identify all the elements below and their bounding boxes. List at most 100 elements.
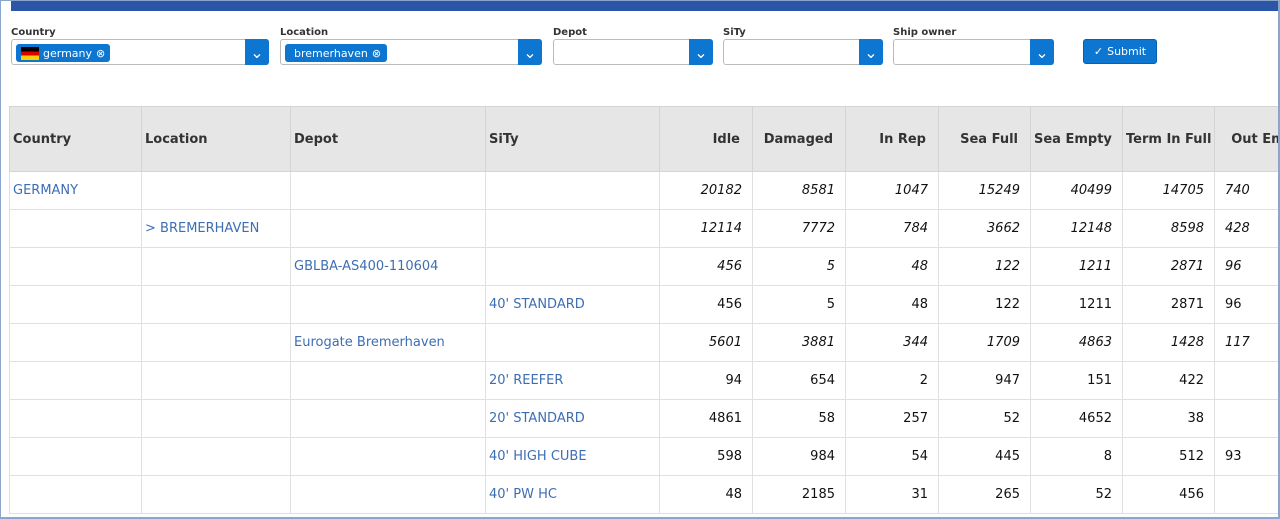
value-cell: 4652 xyxy=(1030,399,1123,438)
country-cell[interactable]: GERMANY xyxy=(9,171,142,210)
location-cell xyxy=(141,475,291,514)
country-chip-label: germany xyxy=(43,46,93,60)
sity-cell[interactable]: 40' HIGH CUBE xyxy=(485,437,660,476)
sity-label: SiTy xyxy=(723,27,746,38)
country-cell xyxy=(9,247,142,286)
sity-cell xyxy=(485,247,660,286)
sity-cell xyxy=(485,323,660,362)
germany-flag-icon xyxy=(21,46,39,60)
country-cell xyxy=(9,209,142,248)
value-cell: 52 xyxy=(1030,475,1123,514)
value-cell: 48 xyxy=(845,247,939,286)
value-cell: 31 xyxy=(845,475,939,514)
depot-select[interactable]: ⌄ xyxy=(553,39,713,65)
location-label: Location xyxy=(280,27,329,38)
value-cell: 1211 xyxy=(1030,247,1123,286)
country-cell xyxy=(9,361,142,400)
table-row: Eurogate Bremerhaven 5601 3881 344 1709 4863 1… xyxy=(9,323,1278,362)
sity-filter: SiTy ⌄ xyxy=(723,27,883,65)
location-filter: Location bremerhaven ⊗ ⌄ xyxy=(280,27,542,65)
depot-label: Depot xyxy=(553,27,587,38)
column-header-term-in-full[interactable]: Term In Full xyxy=(1122,106,1215,172)
column-header-location[interactable]: Location xyxy=(141,106,291,172)
value-cell: 265 xyxy=(938,475,1031,514)
data-table: Country Location Depot SiTy Idle Damaged In Re… xyxy=(9,106,1278,514)
sity-cell[interactable]: 20' REEFER xyxy=(485,361,660,400)
country-chip[interactable]: germany ⊗ xyxy=(16,44,111,62)
value-cell: 12114 xyxy=(659,209,753,248)
country-select[interactable]: germany ⊗ ⌄ xyxy=(11,39,269,65)
value-cell: 344 xyxy=(845,323,939,362)
remove-chip-icon[interactable]: ⊗ xyxy=(372,47,381,60)
ship-owner-label: Ship owner xyxy=(893,27,957,38)
sity-cell[interactable]: 40' STANDARD xyxy=(485,285,660,324)
column-header-idle[interactable]: Idle xyxy=(659,106,753,172)
country-cell xyxy=(9,475,142,514)
column-header-in-rep[interactable]: In Rep xyxy=(845,106,939,172)
value-cell: 151 xyxy=(1030,361,1123,400)
value-cell: 5 xyxy=(752,285,846,324)
location-select[interactable]: bremerhaven ⊗ ⌄ xyxy=(280,39,542,65)
value-cell xyxy=(1214,361,1278,400)
value-cell: 5601 xyxy=(659,323,753,362)
ship-owner-filter: Ship owner ⌄ xyxy=(893,27,1054,65)
depot-filter: Depot ⌄ xyxy=(553,27,713,65)
chevron-down-icon[interactable]: ⌄ xyxy=(859,39,883,65)
ship-owner-select[interactable]: ⌄ xyxy=(893,39,1054,65)
location-cell[interactable]: > BREMERHAVEN xyxy=(141,209,291,248)
location-cell xyxy=(141,171,291,210)
check-icon: ✓ xyxy=(1093,45,1104,58)
column-header-out-emp[interactable]: Out Emp xyxy=(1214,106,1278,172)
app-window: Country germany ⊗ ⌄ Location bremerhaven ⊗… xyxy=(0,0,1280,519)
country-label: Country xyxy=(11,27,56,38)
sity-cell xyxy=(485,171,660,210)
value-cell: 122 xyxy=(938,247,1031,286)
depot-cell[interactable]: GBLBA-AS400-110604 xyxy=(290,247,486,286)
value-cell: 14705 xyxy=(1122,171,1215,210)
depot-cell[interactable]: Eurogate Bremerhaven xyxy=(290,323,486,362)
column-header-sea-full[interactable]: Sea Full xyxy=(938,106,1031,172)
column-header-sity[interactable]: SiTy xyxy=(485,106,660,172)
value-cell: 445 xyxy=(938,437,1031,476)
chevron-down-icon[interactable]: ⌄ xyxy=(689,39,713,65)
table-row: 20' STANDARD 4861 58 257 52 4652 38 xyxy=(9,399,1278,438)
depot-cell xyxy=(290,171,486,210)
value-cell: 257 xyxy=(845,399,939,438)
top-bar xyxy=(11,1,1278,11)
value-cell: 456 xyxy=(659,247,753,286)
column-header-depot[interactable]: Depot xyxy=(290,106,486,172)
sity-cell xyxy=(485,209,660,248)
value-cell: 5 xyxy=(752,247,846,286)
chevron-down-icon[interactable]: ⌄ xyxy=(1030,39,1054,65)
sity-cell[interactable]: 20' STANDARD xyxy=(485,399,660,438)
location-cell xyxy=(141,361,291,400)
value-cell: 428 xyxy=(1214,209,1278,248)
column-header-country[interactable]: Country xyxy=(9,106,142,172)
sity-select[interactable]: ⌄ xyxy=(723,39,883,65)
table-row: 40' PW HC 48 2185 31 265 52 456 xyxy=(9,475,1278,514)
value-cell: 3662 xyxy=(938,209,1031,248)
country-cell xyxy=(9,399,142,438)
depot-cell xyxy=(290,437,486,476)
value-cell: 7772 xyxy=(752,209,846,248)
value-cell: 1211 xyxy=(1030,285,1123,324)
value-cell: 15249 xyxy=(938,171,1031,210)
sity-cell[interactable]: 40' PW HC xyxy=(485,475,660,514)
location-cell xyxy=(141,285,291,324)
value-cell: 598 xyxy=(659,437,753,476)
column-header-sea-empty[interactable]: Sea Empty xyxy=(1030,106,1123,172)
value-cell: 93 xyxy=(1214,437,1278,476)
remove-chip-icon[interactable]: ⊗ xyxy=(96,47,105,60)
submit-button[interactable]: ✓ Submit xyxy=(1083,39,1157,64)
column-header-damaged[interactable]: Damaged xyxy=(752,106,846,172)
table-row: GBLBA-AS400-110604 456 5 48 122 1211 2871 96 xyxy=(9,247,1278,286)
value-cell xyxy=(1214,399,1278,438)
table-row: 40' HIGH CUBE 598 984 54 445 8 512 93 xyxy=(9,437,1278,476)
chevron-down-icon[interactable]: ⌄ xyxy=(518,39,542,65)
chevron-down-icon[interactable]: ⌄ xyxy=(245,39,269,65)
value-cell: 8581 xyxy=(752,171,846,210)
value-cell: 2871 xyxy=(1122,247,1215,286)
value-cell: 48 xyxy=(659,475,753,514)
location-chip[interactable]: bremerhaven ⊗ xyxy=(285,44,388,62)
value-cell: 456 xyxy=(659,285,753,324)
